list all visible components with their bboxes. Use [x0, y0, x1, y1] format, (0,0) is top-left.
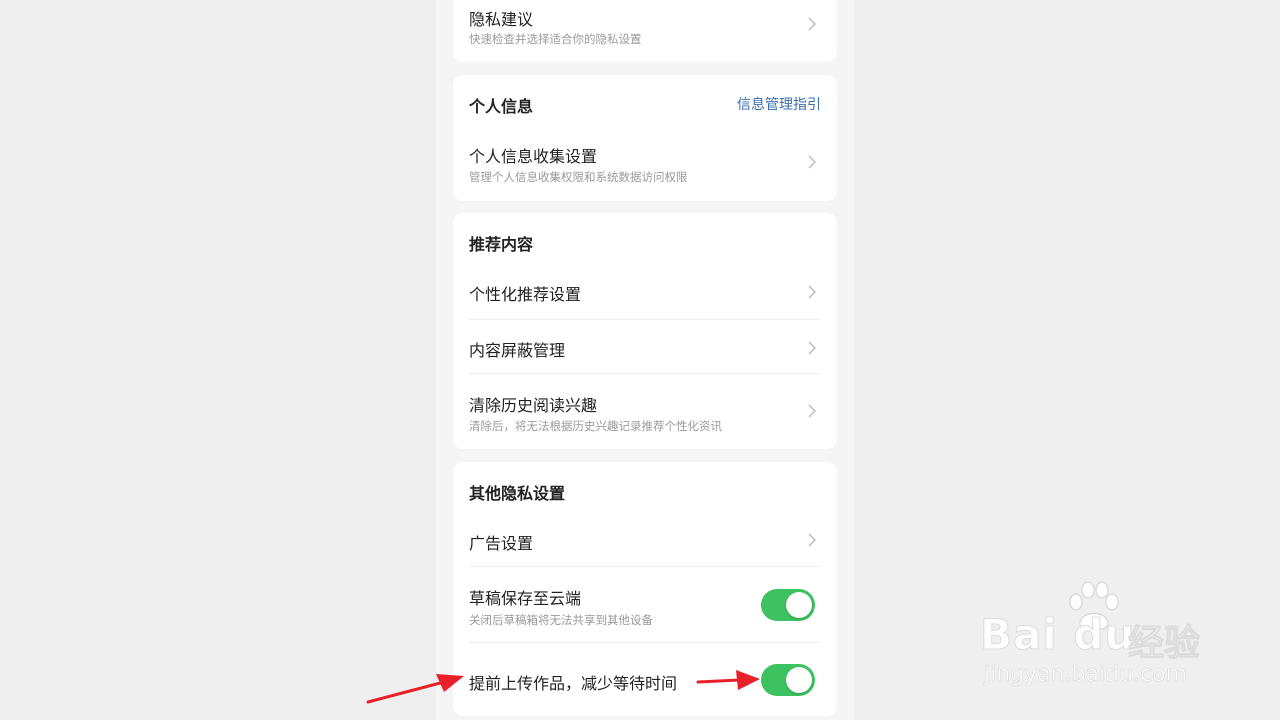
chevron-right-icon — [808, 533, 817, 547]
watermark-cn-text: 经验 — [1127, 623, 1201, 665]
watermark-logo-text: Bai du — [979, 610, 1136, 660]
recommend-header: 推荐内容 — [469, 235, 534, 254]
ad-settings-row[interactable]: 广告设置 — [469, 514, 821, 566]
settings-screen: 隐私建议 快速检查并选择适合你的隐私设置 个人信息 信息管理指引 个人信息收集设… — [436, 0, 854, 720]
other-privacy-card: 其他隐私设置 广告设置 草稿保存至云端 关闭后草稿箱将无法共享到其他设备 提前上… — [453, 462, 837, 716]
content-block-row[interactable]: 内容屏蔽管理 — [469, 319, 821, 374]
other-privacy-header: 其他隐私设置 — [469, 484, 566, 503]
watermark-url: jingyan.baidu.com — [984, 662, 1188, 688]
content-block-title: 内容屏蔽管理 — [469, 341, 566, 360]
personal-info-card: 个人信息 信息管理指引 个人信息收集设置 管理个人信息收集权限和系统数据访问权限 — [453, 75, 837, 201]
recommend-content-card: 推荐内容 个性化推荐设置 内容屏蔽管理 清除历史阅读兴趣 清除后，将无法根据历史… — [453, 213, 837, 449]
toggle-knob — [786, 667, 812, 693]
personal-info-header: 个人信息 — [469, 97, 534, 116]
draft-cloud-title: 草稿保存至云端 — [469, 589, 582, 608]
privacy-suggestion-title: 隐私建议 — [469, 10, 534, 29]
red-arrow-left-annotation — [366, 674, 464, 704]
personalized-recommend-title: 个性化推荐设置 — [469, 285, 582, 304]
chevron-right-icon — [808, 341, 817, 355]
draft-cloud-row: 草稿保存至云端 关闭后草稿箱将无法共享到其他设备 — [469, 566, 821, 643]
chevron-right-icon — [808, 17, 817, 31]
personal-info-collection-row[interactable]: 个人信息收集设置 管理个人信息收集权限和系统数据访问权限 — [469, 131, 821, 191]
chevron-right-icon — [808, 155, 817, 169]
baidu-jingyan-watermark: Bai du 经验 jingyan.baidu.com — [979, 580, 1220, 690]
red-arrow-right-annotation — [696, 670, 760, 690]
pre-upload-toggle[interactable] — [761, 664, 815, 696]
clear-history-title: 清除历史阅读兴趣 — [469, 396, 598, 415]
personalized-recommend-row[interactable]: 个性化推荐设置 — [469, 265, 821, 319]
ad-settings-title: 广告设置 — [469, 534, 534, 553]
draft-cloud-toggle[interactable] — [761, 589, 815, 621]
pre-upload-title: 提前上传作品，减少等待时间 — [469, 674, 678, 693]
personal-info-collection-title: 个人信息收集设置 — [469, 147, 598, 166]
clear-history-subtitle: 清除后，将无法根据历史兴趣记录推荐个性化资讯 — [469, 419, 722, 433]
pre-upload-row: 提前上传作品，减少等待时间 — [469, 642, 821, 717]
privacy-suggestion-row[interactable]: 隐私建议 快速检查并选择适合你的隐私设置 — [469, 0, 821, 62]
privacy-suggestion-subtitle: 快速检查并选择适合你的隐私设置 — [469, 32, 642, 46]
info-management-guide-link[interactable]: 信息管理指引 — [737, 94, 821, 114]
draft-cloud-subtitle: 关闭后草稿箱将无法共享到其他设备 — [469, 613, 653, 627]
personal-info-collection-subtitle: 管理个人信息收集权限和系统数据访问权限 — [469, 170, 688, 184]
toggle-knob — [786, 592, 812, 618]
chevron-right-icon — [808, 285, 817, 299]
privacy-suggestion-card[interactable]: 隐私建议 快速检查并选择适合你的隐私设置 — [453, 0, 837, 62]
clear-history-row[interactable]: 清除历史阅读兴趣 清除后，将无法根据历史兴趣记录推荐个性化资讯 — [469, 373, 821, 444]
chevron-right-icon — [808, 404, 817, 418]
